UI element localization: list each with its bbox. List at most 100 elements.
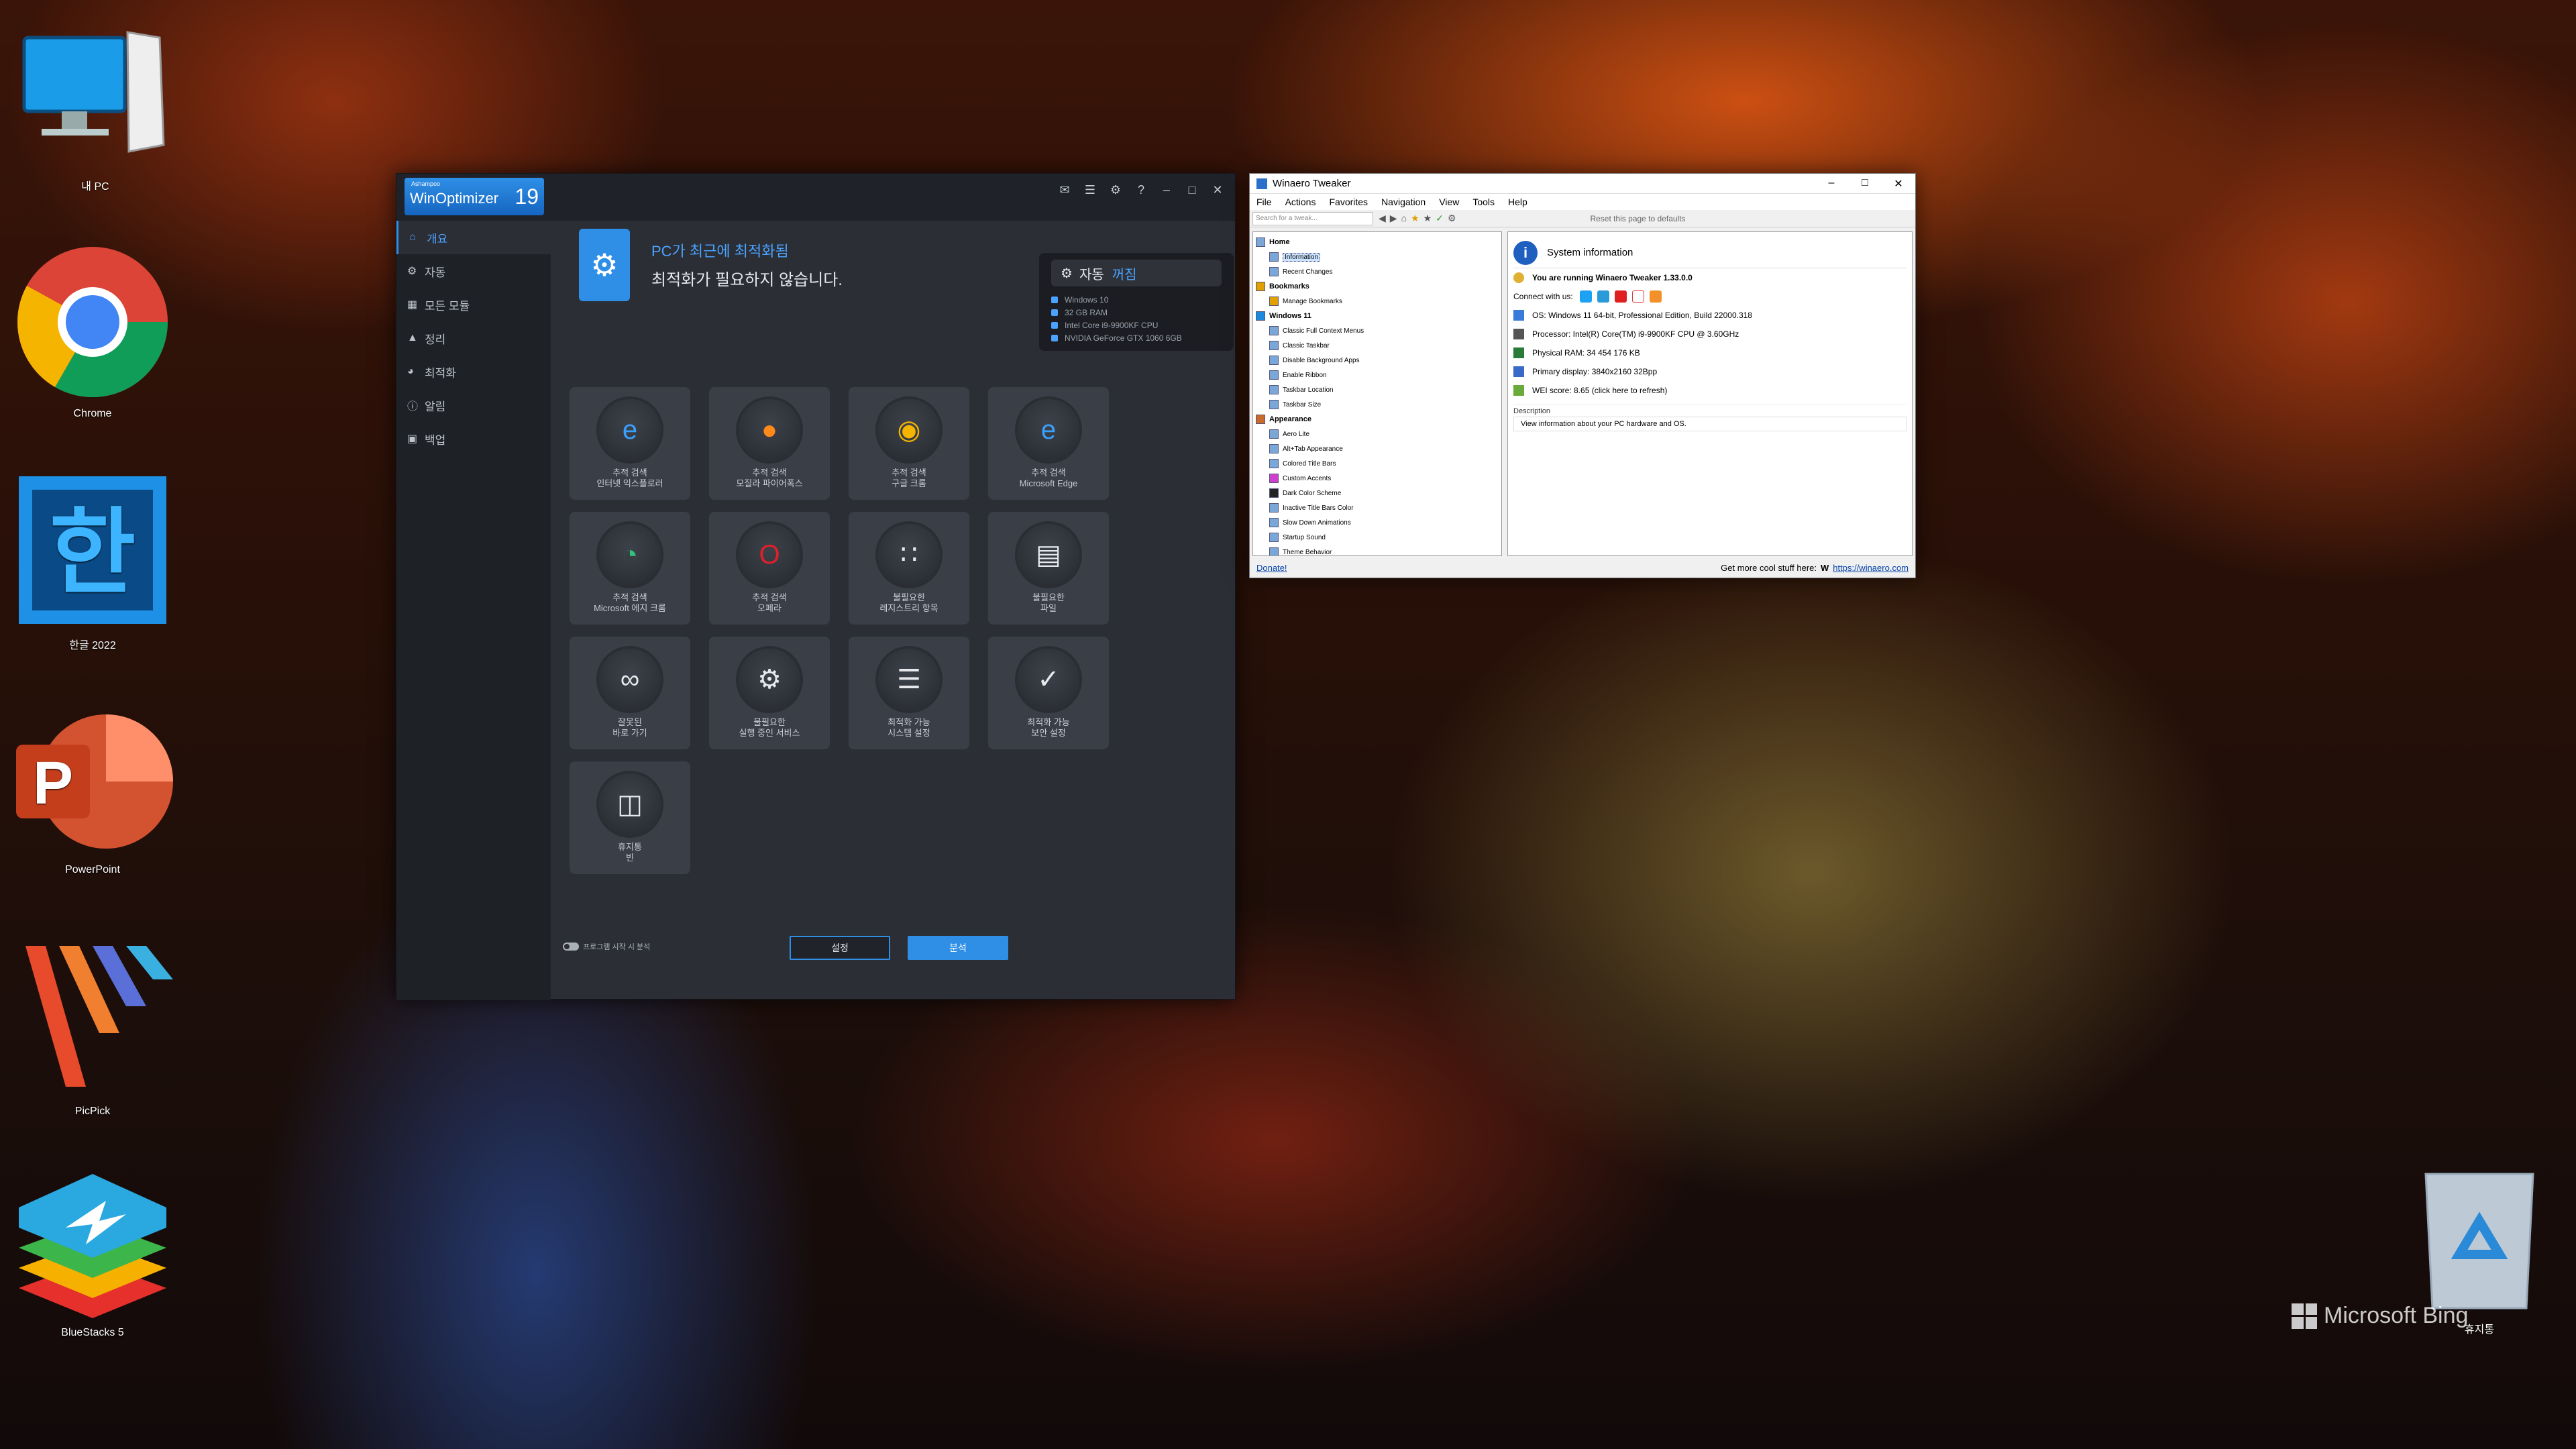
help-icon[interactable]: ? (1130, 179, 1152, 201)
telegram-icon[interactable] (1597, 290, 1609, 303)
module-tile[interactable]: ☰ 최적화 가능 시스템 설정 (849, 637, 969, 749)
donate-link[interactable]: Donate! (1256, 563, 1287, 573)
maximize-button[interactable]: □ (1848, 177, 1882, 191)
tree-item[interactable]: Inactive Title Bars Color (1256, 500, 1499, 515)
feedback-icon[interactable]: ✉ (1054, 179, 1075, 201)
star-icon[interactable]: ★ (1411, 213, 1419, 224)
sidebar-item-all-modules[interactable]: ▦ 모든 모듈 (396, 288, 551, 321)
module-tile[interactable]: ∷ 불필요한 레지스트리 항목 (849, 512, 969, 625)
menu-navigation[interactable]: Navigation (1381, 197, 1426, 207)
tree-item[interactable]: Bookmarks (1256, 279, 1499, 294)
auto-label: 자동 (1079, 267, 1104, 282)
desktop-icon-hangul[interactable]: 한 한글 2022 (5, 470, 180, 652)
module-tile[interactable]: e 추적 검색 Microsoft Edge (988, 387, 1109, 500)
desktop-icon-picpick[interactable]: PicPick (5, 932, 180, 1118)
module-tile[interactable]: ⚙ 불필요한 실행 중인 서비스 (709, 637, 830, 749)
tree-item[interactable]: Information (1256, 250, 1499, 264)
gmail-icon[interactable] (1631, 290, 1644, 303)
reset-page-link[interactable]: Reset this page to defaults (1590, 214, 1685, 223)
grid-icon: ▦ (407, 299, 418, 311)
tree-item[interactable]: Recent Changes (1256, 264, 1499, 279)
menu-favorites[interactable]: Favorites (1329, 197, 1368, 207)
rss-icon[interactable] (1649, 290, 1662, 303)
search-input[interactable]: Search for a tweak... (1252, 211, 1373, 225)
module-tile[interactable]: ✓ 최적화 가능 보안 설정 (988, 637, 1109, 749)
sidebar-item-backup[interactable]: ▣ 백업 (396, 422, 551, 455)
tree-item[interactable]: Disable Background Apps (1256, 353, 1499, 368)
info-icon (1269, 252, 1279, 262)
wei-line[interactable]: WEI score: 8.65 (click here to refresh) (1513, 381, 1907, 400)
tree-item[interactable]: Appearance (1256, 412, 1499, 427)
desktop-icon-chrome[interactable]: Chrome (5, 241, 180, 420)
minimize-button[interactable]: – (1156, 179, 1177, 201)
menu-tools[interactable]: Tools (1472, 197, 1495, 207)
shield-icon: ✓ (1018, 649, 1079, 710)
sidebar-item-clean[interactable]: ▲ 정리 (396, 321, 551, 355)
wei-text[interactable]: WEI score: 8.65 (click here to refresh) (1532, 386, 1667, 395)
menu-actions[interactable]: Actions (1285, 197, 1316, 207)
tree-item[interactable]: Startup Sound (1256, 530, 1499, 545)
website-link[interactable]: https://winaero.com (1833, 563, 1909, 573)
youtube-icon[interactable] (1614, 290, 1627, 303)
tree-item[interactable]: Taskbar Location (1256, 382, 1499, 397)
sys-info-row: NVIDIA GeForce GTX 1060 6GB (1051, 331, 1222, 344)
module-tile[interactable]: ◫ 휴지통 빈 (570, 761, 690, 874)
tree-item[interactable]: Manage Bookmarks (1256, 294, 1499, 309)
settings-button[interactable]: 설정 (790, 936, 890, 960)
close-button[interactable]: ✕ (1882, 177, 1915, 191)
ram-icon (1513, 347, 1524, 358)
minimize-button[interactable]: – (1815, 177, 1848, 191)
menu-help[interactable]: Help (1508, 197, 1527, 207)
tree-item[interactable]: Theme Behavior (1256, 545, 1499, 555)
tweaker-titlebar[interactable]: Winaero Tweaker – □ ✕ (1250, 174, 1915, 194)
tree-item[interactable]: Taskbar Size (1256, 397, 1499, 412)
tree-item[interactable]: Classic Taskbar (1256, 338, 1499, 353)
tree-item[interactable]: Alt+Tab Appearance (1256, 441, 1499, 456)
desktop-icon-this-pc[interactable]: 내 PC (8, 24, 182, 193)
winoptimizer-titlebar[interactable]: Ashampoo WinOptimizer 19 ✉ ☰ ⚙ ? – □ ✕ (396, 174, 1235, 221)
sidebar-item-overview[interactable]: ⌂ 개요 (396, 221, 551, 254)
auto-clean-toggle[interactable]: ⚙ 자동 꺼짐 (1051, 260, 1222, 286)
toggle-switch[interactable] (563, 943, 579, 951)
module-tile[interactable]: O 추적 검색 오페라 (709, 512, 830, 625)
sidebar-item-label: 백업 (425, 433, 446, 447)
module-tile[interactable]: ▤ 불필요한 파일 (988, 512, 1109, 625)
apply-icon[interactable]: ✓ (1436, 213, 1444, 224)
tree-item[interactable]: Custom Accents (1256, 471, 1499, 486)
menu-file[interactable]: File (1256, 197, 1272, 207)
settings-gear-icon[interactable]: ⚙ (1105, 179, 1126, 201)
desktop-icon-powerpoint[interactable]: P PowerPoint (5, 704, 180, 876)
sidebar-item-auto[interactable]: ⚙ 자동 (396, 254, 551, 288)
tweak-tree: Home Information Recent Changes Bookmark… (1252, 231, 1502, 556)
back-icon[interactable]: ◀ (1379, 213, 1386, 224)
desktop-icon-bluestacks[interactable]: BlueStacks 5 (5, 1167, 180, 1339)
tree-item[interactable]: Aero Lite (1256, 427, 1499, 441)
close-button[interactable]: ✕ (1207, 179, 1228, 201)
tree-item[interactable]: Slow Down Animations (1256, 515, 1499, 530)
home-icon[interactable]: ⌂ (1401, 213, 1407, 224)
tree-item[interactable]: Home (1256, 235, 1499, 250)
module-tile[interactable]: ∞ 잘못된 바로 가기 (570, 637, 690, 749)
twitter-icon[interactable] (1579, 290, 1592, 303)
analyze-on-start-toggle[interactable]: 프로그램 시작 시 분석 (563, 941, 650, 952)
tile-label: 잘못된 (618, 717, 642, 727)
tree-item[interactable]: Dark Color Scheme (1256, 486, 1499, 500)
settings-gear-icon[interactable]: ⚙ (1448, 213, 1456, 224)
tree-item[interactable]: Classic Full Context Menus (1256, 323, 1499, 338)
analyze-button[interactable]: 분석 (908, 936, 1008, 960)
module-tile[interactable]: e 추적 검색 인터넷 익스플로러 (570, 387, 690, 500)
tree-item[interactable]: Colored Title Bars (1256, 456, 1499, 471)
maximize-button[interactable]: □ (1181, 179, 1203, 201)
module-tile[interactable]: ◉ 추적 검색 구글 크롬 (849, 387, 969, 500)
menu-view[interactable]: View (1439, 197, 1459, 207)
robot-icon: ⚙ (1061, 266, 1073, 281)
module-tile[interactable]: ◔ 추적 검색 Microsoft 에지 크롬 (570, 512, 690, 625)
sidebar-item-optimize[interactable]: ◕ 최적화 (396, 355, 551, 388)
bookmark-icon[interactable]: ★ (1424, 213, 1432, 224)
sidebar-item-alerts[interactable]: ⓘ 알림 (396, 388, 551, 422)
news-icon[interactable]: ☰ (1079, 179, 1101, 201)
tree-item[interactable]: Enable Ribbon (1256, 368, 1499, 382)
module-tile[interactable]: ● 추적 검색 모질라 파이어폭스 (709, 387, 830, 500)
forward-icon[interactable]: ▶ (1390, 213, 1397, 224)
tree-item[interactable]: Windows 11 (1256, 309, 1499, 323)
